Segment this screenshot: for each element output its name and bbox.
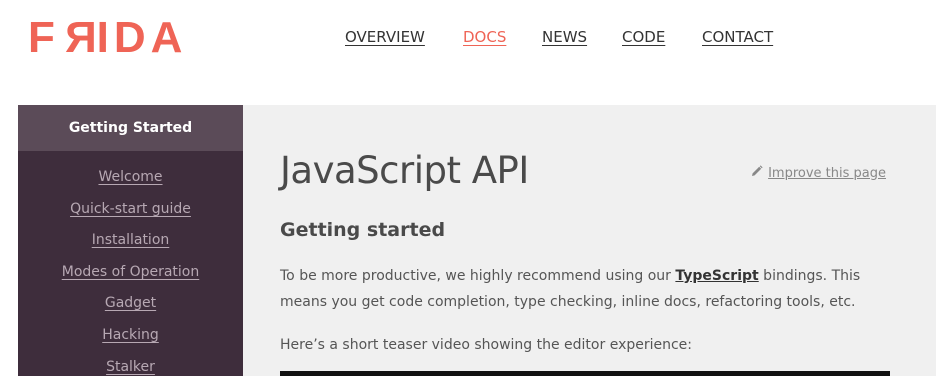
section-title: Getting started	[280, 219, 446, 241]
pencil-icon	[751, 165, 763, 181]
sidebar-item-hacking: Hacking	[18, 324, 243, 356]
sidebar-link-hacking[interactable]: Hacking	[102, 327, 159, 343]
nav-docs[interactable]: DOCS	[463, 28, 506, 46]
nav-code[interactable]: CODE	[622, 28, 665, 46]
logo-letter-r-reversed: R	[59, 13, 97, 62]
main-content: JavaScript API Improve this page Getting…	[243, 105, 936, 376]
improve-page-label: Improve this page	[768, 165, 886, 181]
typescript-link[interactable]: TypeScript	[675, 268, 758, 284]
sidebar-item-gadget: Gadget	[18, 292, 243, 324]
teaser-paragraph: Here’s a short teaser video showing the …	[280, 337, 693, 353]
docs-sidebar: Getting Started Welcome Quick-start guid…	[18, 105, 243, 376]
page-title: JavaScript API	[280, 149, 529, 192]
nav-overview[interactable]: OVERVIEW	[345, 28, 425, 46]
sidebar-item-stalker: Stalker	[18, 356, 243, 376]
sidebar-link-gadget[interactable]: Gadget	[105, 295, 156, 311]
intro-text-start: To be more productive, we highly recomme…	[280, 268, 676, 284]
sidebar-link-quick-start[interactable]: Quick-start guide	[70, 201, 191, 217]
sidebar-header: Getting Started	[18, 105, 243, 151]
nav-news[interactable]: NEWS	[542, 28, 587, 46]
sidebar-item-installation: Installation	[18, 229, 243, 261]
logo-letters-ida: IDA	[96, 13, 188, 62]
logo-letter-f: F	[28, 13, 60, 62]
sidebar-item-quick-start: Quick-start guide	[18, 198, 243, 230]
sidebar-link-stalker[interactable]: Stalker	[106, 359, 155, 375]
sidebar-list: Welcome Quick-start guide Installation M…	[18, 151, 243, 376]
sidebar-item-welcome: Welcome	[18, 166, 243, 198]
intro-paragraph: To be more productive, we highly recomme…	[280, 263, 880, 315]
sidebar-item-modes: Modes of Operation	[18, 261, 243, 293]
sidebar-link-welcome[interactable]: Welcome	[98, 169, 162, 185]
improve-page-link[interactable]: Improve this page	[751, 165, 886, 181]
nav-contact[interactable]: CONTACT	[702, 28, 773, 46]
frida-logo[interactable]: FRIDA	[28, 13, 188, 62]
video-embed[interactable]	[280, 371, 890, 376]
sidebar-link-modes[interactable]: Modes of Operation	[62, 264, 200, 280]
sidebar-link-installation[interactable]: Installation	[92, 232, 170, 248]
